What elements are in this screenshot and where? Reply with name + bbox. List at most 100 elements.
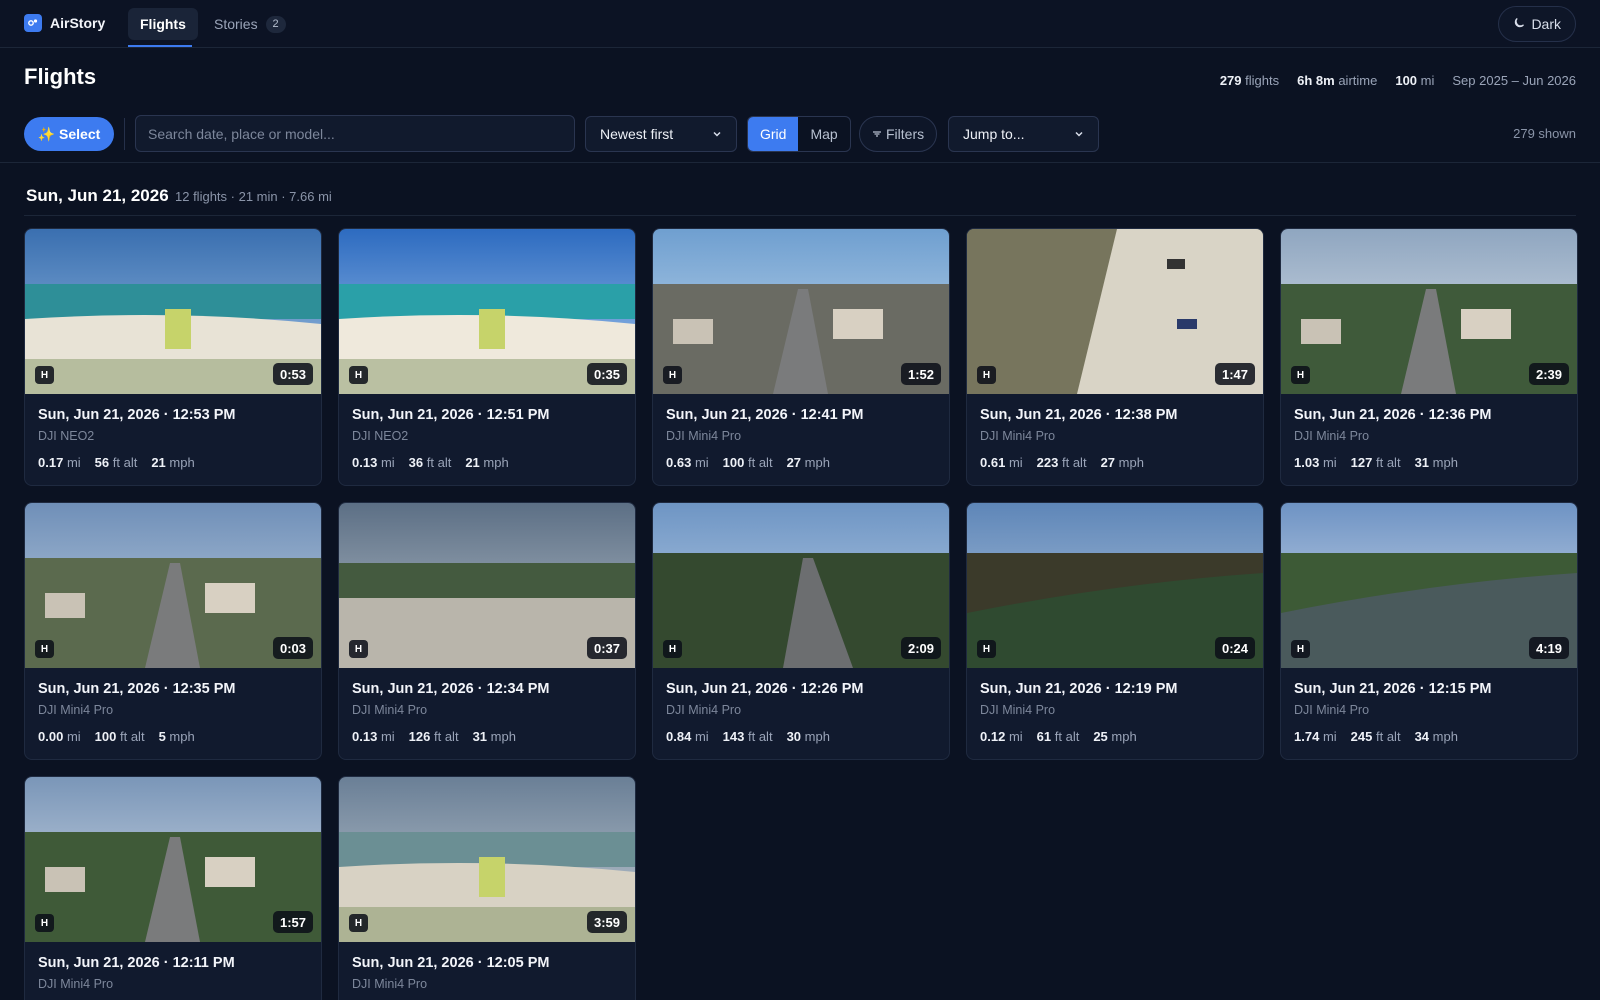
flight-model: DJI Mini4 Pro — [38, 703, 114, 717]
flight-distance-value: 1.03 — [1294, 455, 1320, 470]
flight-altitude-unit: ft alt — [1061, 455, 1087, 470]
flight-speed-unit: mph — [804, 729, 830, 744]
flight-card[interactable]: H 0:03 Sun, Jun 21, 2026 · 12:35 PM DJI … — [24, 502, 322, 760]
flight-speed-value: 31 — [1414, 455, 1430, 470]
flight-card[interactable]: H 1:57 Sun, Jun 21, 2026 · 12:11 PM DJI … — [24, 776, 322, 1000]
brand[interactable]: AirStory — [24, 14, 105, 32]
hd-badge: H — [35, 640, 54, 658]
flight-stats: 1.03 mi 127 ft alt 31 mph — [1294, 455, 1458, 470]
hd-badge: H — [35, 366, 54, 384]
flight-altitude-unit: ft alt — [1375, 455, 1401, 470]
toolbar-divider-line — [0, 162, 1600, 163]
hd-badge: H — [349, 366, 368, 384]
flight-duration: 1:47 — [1214, 363, 1255, 385]
flight-duration: 0:03 — [272, 637, 313, 659]
flight-speed: 5 mph — [159, 729, 195, 744]
flight-speed-value: 27 — [1100, 455, 1116, 470]
flight-speed-value: 5 — [158, 729, 166, 744]
flight-card[interactable]: H 3:59 Sun, Jun 21, 2026 · 12:05 PM DJI … — [338, 776, 636, 1000]
flight-speed-unit: mph — [1432, 455, 1458, 470]
flight-speed: 34 mph — [1415, 729, 1458, 744]
view-map-button[interactable]: Map — [798, 117, 849, 151]
search-input[interactable]: Search date, place or model... — [135, 115, 575, 152]
flight-title: Sun, Jun 21, 2026 · 12:19 PM — [980, 681, 1178, 697]
flight-distance-unit: mi — [694, 729, 709, 744]
flight-distance-unit: mi — [1322, 455, 1337, 470]
flight-title: Sun, Jun 21, 2026 · 12:35 PM — [38, 681, 236, 697]
flight-distance: 1.03 mi — [1294, 455, 1337, 470]
flight-title: Sun, Jun 21, 2026 · 12:05 PM — [352, 955, 550, 971]
flight-altitude: 61 ft alt — [1037, 729, 1080, 744]
flight-title: Sun, Jun 21, 2026 · 12:11 PM — [38, 955, 235, 971]
flight-distance: 0.63 mi — [666, 455, 709, 470]
flight-speed-unit: mph — [1118, 455, 1144, 470]
flight-altitude-value: 100 — [722, 455, 745, 470]
flight-model: DJI Mini4 Pro — [352, 703, 428, 717]
flight-altitude-unit: ft alt — [1054, 729, 1080, 744]
flight-card[interactable]: H 0:53 Sun, Jun 21, 2026 · 12:53 PM DJI … — [24, 228, 322, 486]
flight-distance-unit: mi — [380, 729, 395, 744]
flight-duration: 0:37 — [586, 637, 627, 659]
toolbar-divider — [124, 118, 125, 150]
sort-select[interactable]: Newest first — [585, 116, 737, 152]
flight-card[interactable]: H 0:37 Sun, Jun 21, 2026 · 12:34 PM DJI … — [338, 502, 636, 760]
flight-altitude-value: 245 — [1350, 729, 1373, 744]
flight-speed-unit: mph — [490, 729, 516, 744]
flight-speed-unit: mph — [169, 455, 195, 470]
flight-card[interactable]: H 2:09 Sun, Jun 21, 2026 · 12:26 PM DJI … — [652, 502, 950, 760]
active-tab-indicator — [128, 45, 192, 47]
flight-altitude-unit: ft alt — [426, 455, 452, 470]
flight-card[interactable]: H 2:39 Sun, Jun 21, 2026 · 12:36 PM DJI … — [1280, 228, 1578, 486]
flight-altitude-unit: ft alt — [433, 729, 459, 744]
flight-distance-unit: mi — [66, 729, 81, 744]
theme-toggle-button[interactable]: Dark — [1498, 6, 1576, 42]
flight-stats: 0.17 mi 56 ft alt 21 mph — [38, 455, 195, 470]
app-name: AirStory — [50, 15, 106, 31]
flight-altitude: 56 ft alt — [95, 455, 138, 470]
sort-value: Newest first — [600, 126, 674, 142]
flight-card[interactable]: H 4:19 Sun, Jun 21, 2026 · 12:15 PM DJI … — [1280, 502, 1578, 760]
flight-duration: 0:24 — [1214, 637, 1255, 659]
jump-to-select[interactable]: Jump to... — [948, 116, 1099, 152]
flight-altitude: 100 ft alt — [723, 455, 773, 470]
flight-card[interactable]: H 1:47 Sun, Jun 21, 2026 · 12:38 PM DJI … — [966, 228, 1264, 486]
flight-speed-value: 25 — [1093, 729, 1108, 744]
flight-card[interactable]: H 0:24 Sun, Jun 21, 2026 · 12:19 PM DJI … — [966, 502, 1264, 760]
filters-button[interactable]: Filters — [859, 116, 938, 152]
flight-model: DJI Mini4 Pro — [666, 703, 742, 717]
flight-duration: 3:59 — [586, 911, 627, 933]
flight-title: Sun, Jun 21, 2026 · 12:26 PM — [666, 681, 864, 697]
flight-distance-value: 0.17 — [38, 455, 64, 470]
flight-distance: 0.13 mi — [352, 729, 395, 744]
tab-flights[interactable]: Flights — [128, 8, 198, 40]
flight-card[interactable]: H 0:35 Sun, Jun 21, 2026 · 12:51 PM DJI … — [338, 228, 636, 486]
flight-duration: 1:52 — [900, 363, 941, 385]
stat-flights-unit: flights — [1245, 73, 1280, 88]
page-title: Flights — [24, 64, 97, 89]
flight-distance: 0.00 mi — [38, 729, 81, 744]
flight-speed: 21 mph — [465, 455, 508, 470]
flight-distance: 0.61 mi — [980, 455, 1023, 470]
flight-speed: 31 mph — [473, 729, 516, 744]
flight-duration: 4:19 — [1528, 637, 1569, 659]
view-grid-button[interactable]: Grid — [748, 117, 799, 151]
hd-badge: H — [663, 366, 682, 384]
flight-altitude: 143 ft alt — [723, 729, 773, 744]
chevron-down-icon — [1074, 126, 1084, 142]
flight-altitude: 126 ft alt — [409, 729, 459, 744]
flight-altitude-unit: ft alt — [1375, 729, 1401, 744]
flight-speed-value: 30 — [786, 729, 802, 744]
chevron-down-icon — [712, 126, 722, 142]
flight-duration: 0:35 — [586, 363, 627, 385]
flight-model: DJI Mini4 Pro — [980, 429, 1056, 443]
hd-badge: H — [1291, 640, 1310, 658]
flight-altitude: 36 ft alt — [409, 455, 452, 470]
flight-distance-value: 0.13 — [352, 455, 378, 470]
flight-altitude-value: 143 — [722, 729, 745, 744]
tab-stories[interactable]: Stories 2 — [202, 8, 298, 40]
select-button[interactable]: ✨ Select — [24, 117, 114, 151]
flight-speed-value: 31 — [472, 729, 488, 744]
flight-card[interactable]: H 1:52 Sun, Jun 21, 2026 · 12:41 PM DJI … — [652, 228, 950, 486]
flight-model: DJI Mini4 Pro — [1294, 703, 1370, 717]
hd-badge: H — [977, 640, 996, 658]
